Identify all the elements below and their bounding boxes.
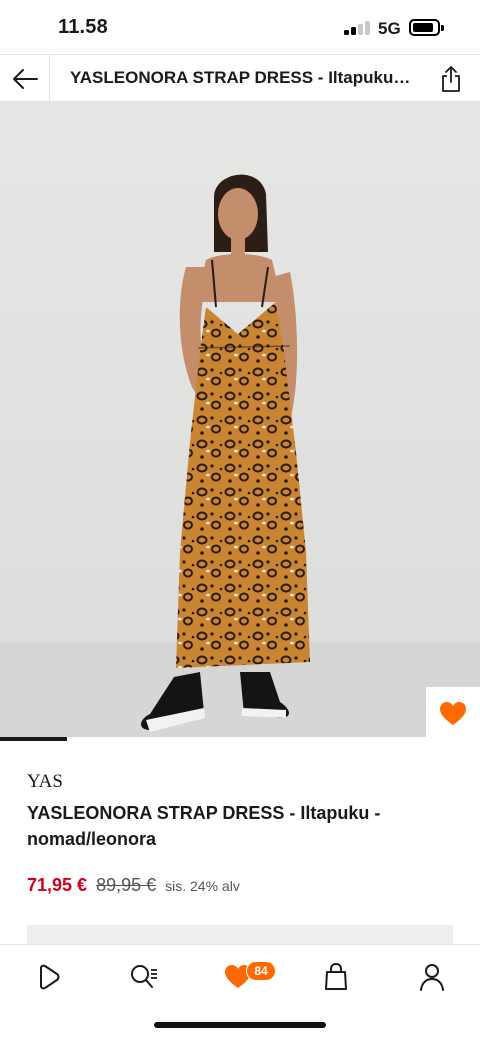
gallery-progress-fill [0, 737, 68, 741]
signal-icon [344, 21, 372, 35]
tab-search[interactable] [118, 957, 170, 997]
heart-icon [440, 702, 466, 725]
share-icon [442, 65, 460, 92]
search-icon [131, 965, 157, 988]
share-button[interactable] [422, 55, 480, 102]
play-icon [40, 964, 60, 990]
user-icon [420, 964, 444, 991]
price-row: 71,95 € 89,95 € sis. 24% alv [27, 875, 240, 896]
status-time: 11.58 [58, 16, 108, 38]
bag-icon [325, 963, 347, 990]
home-indicator [154, 1022, 326, 1028]
tab-account[interactable] [406, 957, 458, 997]
arrow-left-icon [12, 68, 38, 89]
nav-header: YASLEONORA STRAP DRESS - Iltapuku - noma… [0, 54, 480, 102]
back-button[interactable] [0, 55, 50, 102]
gallery-progress [0, 737, 480, 741]
vat-note: sis. 24% alv [165, 878, 240, 894]
battery-icon [409, 19, 444, 36]
brand-name[interactable]: YAS [27, 771, 63, 793]
size-selector[interactable] [27, 925, 453, 945]
product-name: YASLEONORA STRAP DRESS - Iltapuku - noma… [27, 803, 381, 849]
network-type: 5G [378, 19, 401, 38]
tab-discover[interactable] [22, 957, 74, 997]
page-title: YASLEONORA STRAP DRESS - Iltapuku - noma… [70, 68, 415, 87]
favorite-button[interactable] [426, 687, 480, 741]
status-bar: 11.58 5G [0, 0, 480, 54]
current-price: 71,95 € [27, 875, 88, 895]
tab-bag[interactable] [310, 957, 362, 997]
product-image[interactable] [0, 102, 480, 738]
original-price: 89,95 € [96, 875, 157, 895]
wishlist-count-badge: 84 [246, 961, 276, 981]
